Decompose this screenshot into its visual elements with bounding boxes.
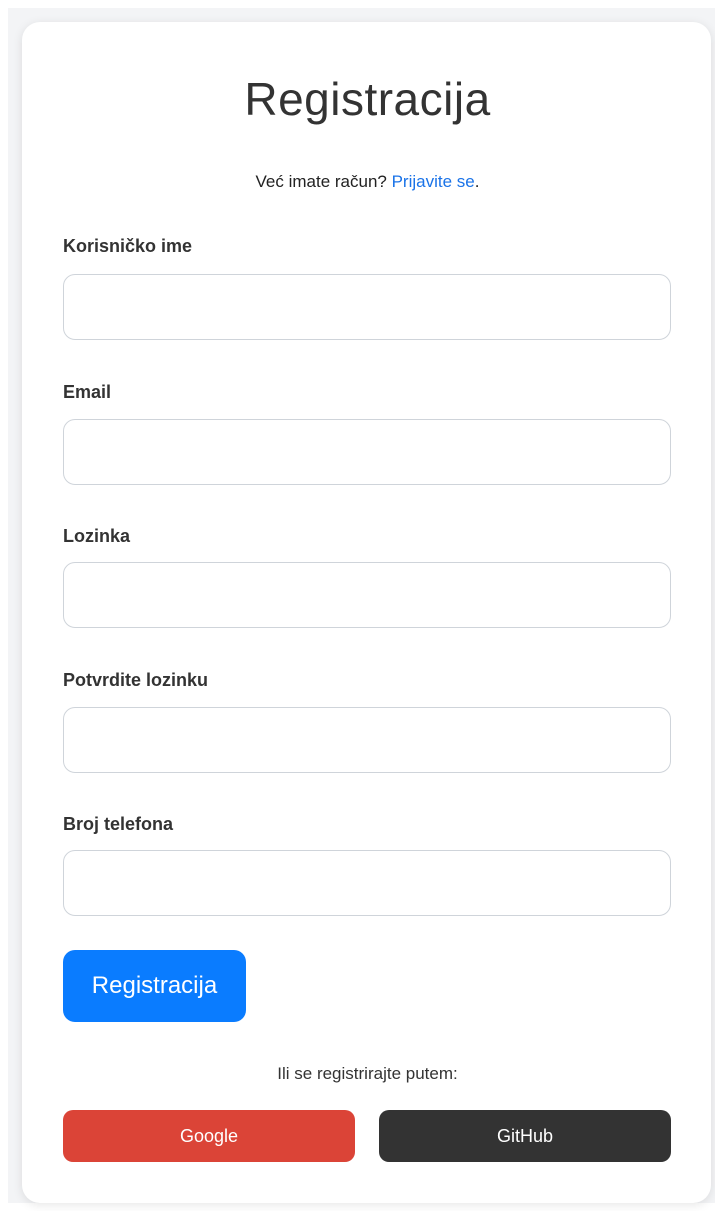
confirm-password-label: Potvrdite lozinku — [63, 670, 209, 690]
password-label: Lozinka — [63, 526, 131, 546]
signin-link[interactable]: Prijavite se — [392, 172, 475, 191]
confirm-password-input[interactable] — [63, 707, 671, 773]
email-label: Email — [63, 382, 112, 402]
password-input[interactable] — [63, 562, 671, 628]
email-input[interactable] — [63, 419, 671, 485]
signin-prompt: Već imate račun? Prijavite se. — [0, 172, 715, 192]
github-button[interactable]: GitHub — [379, 1110, 671, 1162]
google-button[interactable]: Google — [63, 1110, 355, 1162]
phone-label: Broj telefona — [63, 814, 174, 834]
signin-prefix: Već imate račun? — [255, 172, 392, 191]
signin-suffix: . — [474, 172, 480, 191]
username-label: Korisničko ime — [63, 236, 193, 256]
phone-input[interactable] — [63, 850, 671, 916]
username-input[interactable] — [63, 274, 671, 340]
social-intro: Ili se registrirajte putem: — [277, 1064, 458, 1083]
page-title: Registracija — [244, 73, 491, 125]
register-button[interactable]: Registracija — [63, 950, 246, 1022]
